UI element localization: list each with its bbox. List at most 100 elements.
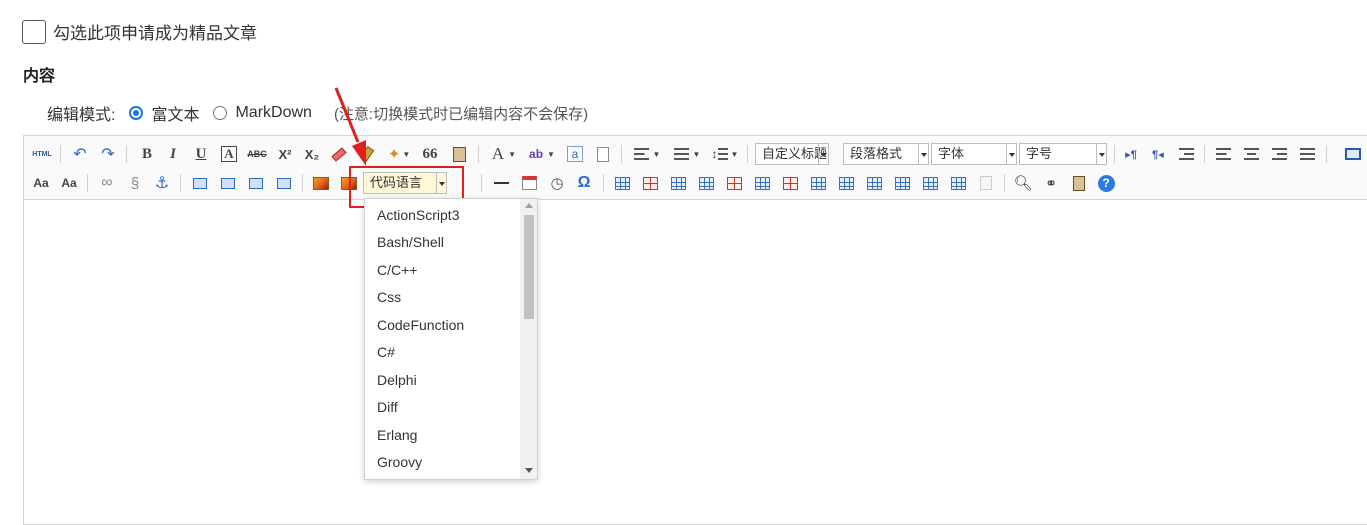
date-icon[interactable] bbox=[518, 172, 540, 194]
insert-row-icon[interactable] bbox=[695, 172, 717, 194]
insert-column-icon[interactable] bbox=[751, 172, 773, 194]
preview-icon[interactable]: 🔍︎ bbox=[1012, 172, 1034, 194]
italic-button[interactable]: I bbox=[162, 143, 184, 165]
custom-heading-select[interactable]: 自定义标题 bbox=[755, 143, 829, 165]
split-cols-icon[interactable] bbox=[947, 172, 969, 194]
richtext-radio[interactable] bbox=[129, 106, 144, 120]
eraser-icon[interactable] bbox=[328, 143, 350, 165]
row-spacing-top-icon[interactable]: ▼ bbox=[630, 143, 664, 165]
help-label: ? bbox=[1097, 174, 1115, 192]
auto-format-icon[interactable]: ✦ ▼ bbox=[384, 143, 414, 165]
code-language-option[interactable]: Css bbox=[377, 287, 401, 307]
code-language-option[interactable]: C# bbox=[377, 342, 395, 362]
undo-icon[interactable]: ↶ bbox=[69, 143, 91, 165]
special-chars-button[interactable]: Ω bbox=[573, 172, 595, 194]
time-icon[interactable]: ◷ bbox=[546, 172, 568, 194]
code-language-option[interactable]: ActionScript3 bbox=[377, 205, 459, 225]
toolbar-separator bbox=[126, 145, 127, 163]
insert-paragraph-before-table-icon[interactable] bbox=[667, 172, 689, 194]
help-icon[interactable]: ? bbox=[1095, 172, 1117, 194]
paste-text-icon[interactable] bbox=[448, 143, 470, 165]
align-left-icon[interactable] bbox=[1212, 143, 1234, 165]
code-language-option[interactable]: Delphi bbox=[377, 370, 417, 390]
line-height-icon[interactable]: ↕ ▼ bbox=[708, 143, 742, 165]
case-lower-button[interactable]: Aa bbox=[58, 172, 80, 194]
featured-article-option[interactable]: 勾选此项申请成为精品文章 bbox=[22, 19, 257, 44]
delete-table-icon[interactable] bbox=[639, 172, 661, 194]
merge-right-icon[interactable] bbox=[835, 172, 857, 194]
markdown-option-label[interactable]: MarkDown bbox=[235, 104, 311, 122]
horizontal-rule-icon[interactable] bbox=[490, 172, 512, 194]
align-center-icon[interactable] bbox=[1240, 143, 1262, 165]
font-family-select[interactable]: 字体 bbox=[931, 143, 1017, 165]
superscript-button[interactable]: X² bbox=[274, 143, 296, 165]
image-none-icon[interactable] bbox=[189, 172, 211, 194]
row-spacing-bottom-icon[interactable]: ▼ bbox=[670, 143, 704, 165]
insert-table-icon[interactable] bbox=[611, 172, 633, 194]
font-border-label: A bbox=[221, 146, 237, 162]
underline-button[interactable]: U bbox=[190, 143, 212, 165]
markdown-radio[interactable] bbox=[213, 106, 228, 120]
code-language-option[interactable]: Bash/Shell bbox=[377, 232, 444, 252]
align-right-icon[interactable] bbox=[1268, 143, 1290, 165]
code-language-option[interactable]: C/C++ bbox=[377, 260, 417, 280]
rtl-button[interactable]: ¶◂ bbox=[1147, 143, 1169, 165]
featured-checkbox[interactable] bbox=[22, 19, 46, 44]
delete-column-icon[interactable] bbox=[779, 172, 801, 194]
format-painter-icon[interactable] bbox=[356, 143, 378, 165]
redo-icon[interactable]: ↷ bbox=[97, 143, 119, 165]
code-language-option[interactable]: Erlang bbox=[377, 425, 417, 445]
link-icon[interactable]: ∞ bbox=[96, 172, 118, 194]
link-a-icon[interactable]: a bbox=[564, 143, 586, 165]
font-size-select[interactable]: 字号 bbox=[1019, 143, 1107, 165]
toolbar-separator bbox=[60, 145, 61, 163]
link-a-label: a bbox=[567, 146, 583, 162]
richtext-option-label[interactable]: 富文本 bbox=[151, 101, 199, 125]
image-right-icon[interactable] bbox=[245, 172, 267, 194]
toolbar-separator bbox=[1114, 145, 1115, 163]
background-color-button[interactable]: ab ▼ bbox=[525, 143, 559, 165]
unlink-icon[interactable]: § bbox=[124, 172, 146, 194]
subscript-button[interactable]: X₂ bbox=[301, 143, 323, 165]
delete-row-icon[interactable] bbox=[723, 172, 745, 194]
paragraph-format-value: 段落格式 bbox=[850, 146, 903, 161]
case-upper-button[interactable]: Aa bbox=[30, 172, 52, 194]
page-icon[interactable] bbox=[592, 143, 614, 165]
merge-down-icon[interactable] bbox=[863, 172, 885, 194]
split-cells-icon[interactable] bbox=[891, 172, 913, 194]
code-language-dropdown[interactable]: ActionScript3 Bash/Shell C/C++ Css CodeF… bbox=[364, 198, 538, 480]
merge-cells-icon[interactable] bbox=[807, 172, 829, 194]
chart-icon[interactable] bbox=[975, 172, 997, 194]
font-border-button[interactable]: A bbox=[218, 143, 240, 165]
search-replace-icon[interactable]: ⚭ bbox=[1040, 172, 1062, 194]
dropdown-scrollbar[interactable] bbox=[520, 199, 537, 479]
code-language-option[interactable]: Diff bbox=[377, 397, 398, 417]
strikethrough-button[interactable]: ABC bbox=[246, 143, 268, 165]
image-left-icon[interactable] bbox=[217, 172, 239, 194]
editor-mode-row: 编辑模式: 富文本 MarkDown (注意:切换模式时已编辑内容不会保存) bbox=[47, 101, 588, 125]
code-language-option[interactable]: Groovy bbox=[377, 452, 422, 472]
html-label: HTML bbox=[32, 150, 52, 158]
bold-button[interactable]: B bbox=[136, 143, 158, 165]
scroll-up-icon[interactable] bbox=[525, 203, 533, 208]
code-language-option[interactable]: CodeFunction bbox=[377, 315, 464, 335]
toolbar-separator bbox=[302, 174, 303, 192]
html-source-button[interactable]: HTML bbox=[30, 143, 54, 165]
scroll-thumb[interactable] bbox=[524, 215, 534, 319]
toolbar-separator bbox=[180, 174, 181, 192]
blockquote-button[interactable]: 66 bbox=[419, 143, 441, 165]
split-rows-icon[interactable] bbox=[919, 172, 941, 194]
clipboard-icon[interactable] bbox=[1068, 172, 1090, 194]
font-color-button[interactable]: A ▼ bbox=[487, 143, 521, 165]
image-center-icon[interactable] bbox=[273, 172, 295, 194]
editor-content-area[interactable] bbox=[24, 200, 1367, 520]
content-section-title: 内容 bbox=[23, 68, 56, 85]
indent-icon[interactable] bbox=[1175, 143, 1197, 165]
anchor-icon[interactable]: ⚓ bbox=[151, 172, 173, 194]
insert-image-icon[interactable] bbox=[310, 172, 332, 194]
align-justify-icon[interactable] bbox=[1296, 143, 1318, 165]
fullscreen-icon[interactable] bbox=[1342, 143, 1364, 165]
ltr-button[interactable]: ▸¶ bbox=[1120, 143, 1142, 165]
paragraph-format-select[interactable]: 段落格式 bbox=[843, 143, 929, 165]
scroll-down-icon[interactable] bbox=[525, 468, 533, 473]
